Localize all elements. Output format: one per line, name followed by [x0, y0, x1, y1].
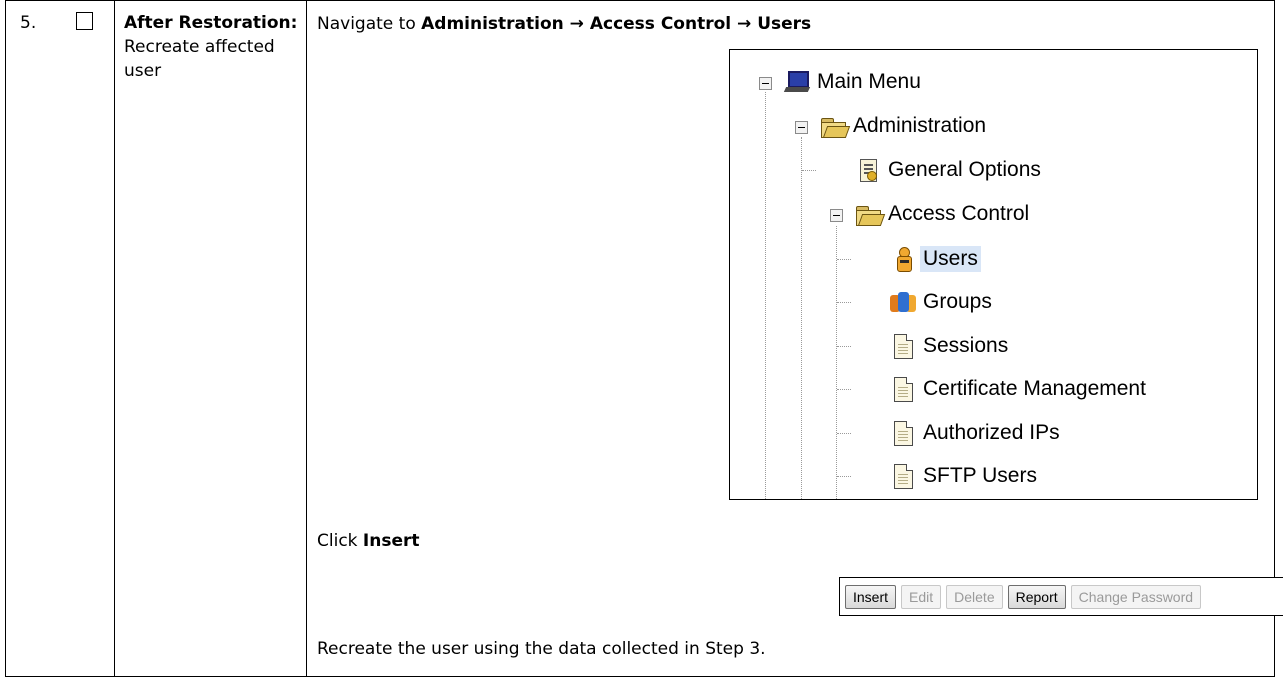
tree-item-access-control[interactable]: Access Control [855, 200, 1032, 228]
collapse-main-menu-icon[interactable] [759, 77, 772, 90]
tree-item-label: Main Menu [817, 70, 921, 93]
options-page-icon [855, 157, 881, 183]
folder-open-icon [855, 201, 886, 227]
delete-button[interactable]: Delete [946, 584, 1003, 609]
tree-item-label: Certificate Management [923, 377, 1146, 400]
change-password-button[interactable]: Change Password [1070, 584, 1202, 609]
tree-item-label: Authorized IPs [923, 421, 1060, 444]
tree-item-certificate-management[interactable]: Certificate Management [890, 375, 1149, 403]
tree-connector [837, 389, 851, 390]
tree-item-label: Users [920, 246, 981, 272]
group-icon [890, 289, 916, 315]
tree-connector [837, 259, 851, 260]
page-icon [890, 333, 916, 359]
tree-item-users[interactable]: Users [890, 245, 981, 273]
tree-connector [837, 346, 851, 347]
tree-item-main-menu[interactable]: Main Menu [783, 68, 924, 96]
tree-item-authorized-ips[interactable]: Authorized IPs [890, 419, 1063, 447]
page-icon [890, 463, 916, 489]
tree-item-sftp-users[interactable]: SFTP Users [890, 462, 1040, 490]
folder-open-icon [820, 113, 851, 139]
tree-connector [837, 302, 851, 303]
step-checkbox[interactable] [76, 12, 93, 30]
tree-connector [801, 137, 802, 499]
page-icon [890, 420, 916, 446]
monitor-icon [783, 69, 811, 95]
click-target: Insert [362, 531, 420, 551]
tree-item-general-options[interactable]: General Options [855, 156, 1044, 184]
tree-item-label: Administration [853, 114, 987, 137]
navigate-prefix: Navigate to [317, 14, 422, 34]
tree-connector [837, 433, 851, 434]
final-instruction: Recreate the user using the data collect… [317, 639, 766, 659]
tree-connector [765, 92, 766, 499]
step-title: After Restoration: [124, 13, 298, 33]
procedure-step-table: 5. After Restoration: Recreate affected … [5, 0, 1283, 677]
edit-button[interactable]: Edit [901, 584, 942, 609]
step-number: 5. [20, 13, 37, 33]
navigation-tree: Main Menu Administration General Options… [729, 49, 1258, 500]
click-prefix: Click [317, 531, 363, 551]
step-title-cell: After Restoration: Recreate affected use… [114, 0, 307, 677]
tree-item-label: Sessions [923, 334, 1009, 357]
tree-connector [802, 170, 816, 171]
tree-connector [836, 226, 837, 499]
step-description: Recreate affected user [124, 37, 275, 81]
collapse-administration-icon[interactable] [795, 121, 808, 134]
insert-button[interactable]: Insert [845, 584, 897, 609]
step-number-cell: 5. [5, 0, 115, 677]
tree-item-label: Access Control [888, 202, 1030, 225]
navigate-path: Administration → Access Control → Users [421, 14, 812, 34]
tree-item-administration[interactable]: Administration [820, 112, 989, 140]
collapse-access-control-icon[interactable] [830, 209, 843, 222]
tree-item-label: Groups [923, 290, 992, 313]
tree-item-groups[interactable]: Groups [890, 288, 995, 316]
page-icon [890, 376, 916, 402]
click-instruction: Click Insert [317, 531, 420, 551]
report-button[interactable]: Report [1007, 584, 1066, 609]
tree-item-label: General Options [888, 158, 1041, 181]
user-actions-toolbar: Insert Edit Delete Report Change Passwor… [839, 577, 1283, 616]
navigate-instruction: Navigate to Administration → Access Cont… [317, 14, 811, 34]
tree-item-sessions[interactable]: Sessions [890, 332, 1011, 360]
tree-connector [837, 476, 851, 477]
tree-item-label: SFTP Users [923, 464, 1037, 487]
user-icon [890, 246, 916, 272]
step-instructions-cell: Navigate to Administration → Access Cont… [306, 0, 1283, 677]
